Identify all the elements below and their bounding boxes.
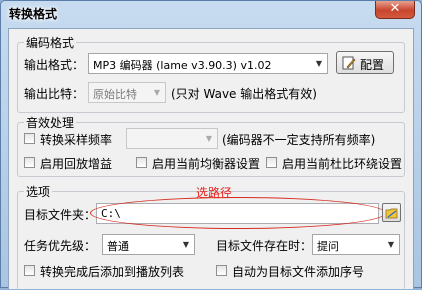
checkbox-box <box>216 265 227 276</box>
priority-label: 任务优先级： <box>24 239 97 253</box>
effects-group: 音效处理 转换采样频率 ▼ (编码器不一定支持所有频率) 启用回放增益 启用当前… <box>17 114 405 177</box>
chevron-down-icon: ▼ <box>205 134 213 143</box>
output-format-label: 输出格式： <box>24 58 85 72</box>
auto-number-label: 自动为目标文件添加序号 <box>232 265 365 279</box>
window-title: 转换格式 <box>9 7 58 21</box>
resample-label: 转换采样频率 <box>40 133 113 147</box>
title-bar[interactable]: 转换格式 ✕ <box>1 1 421 27</box>
file-exists-label: 目标文件存在时： <box>216 239 313 253</box>
close-icon: ✕ <box>389 1 401 16</box>
checkbox-box <box>24 157 35 168</box>
output-bitrate-value: 原始比特 <box>93 88 137 101</box>
dialog-body: 编码格式 输出格式： MP3 编码器 (lame v3.90.3) v1.02 … <box>8 28 414 290</box>
annotation-oval <box>90 197 386 229</box>
equalizer-label: 启用当前均衡器设置 <box>152 157 261 171</box>
dsp-label: 启用当前杜比环绕设置 <box>282 157 403 171</box>
priority-select[interactable]: 普通 ▼ <box>102 234 195 255</box>
chevron-down-icon: ▼ <box>153 88 161 97</box>
checkbox-box <box>24 133 35 144</box>
replay-gain-label: 启用回放增益 <box>40 157 113 171</box>
encoding-group-title: 编码格式 <box>24 34 77 51</box>
folder-icon <box>385 208 398 219</box>
output-format-select[interactable]: MP3 编码器 (lame v3.90.3) v1.02 ▼ <box>88 53 328 74</box>
checkbox-box <box>24 265 35 276</box>
checkbox-box <box>136 157 147 168</box>
chevron-down-icon: ▼ <box>182 240 190 249</box>
options-group-title: 选项 <box>24 183 53 200</box>
priority-value: 普通 <box>107 240 129 253</box>
file-exists-value: 提问 <box>317 240 339 253</box>
checkbox-box <box>266 157 277 168</box>
effects-group-title: 音效处理 <box>24 114 77 131</box>
file-exists-select[interactable]: 提问 ▼ <box>312 234 400 255</box>
resample-rate-select[interactable]: ▼ <box>126 128 218 149</box>
chevron-down-icon: ▼ <box>315 59 323 68</box>
convert-format-dialog: 转换格式 ✕ 编码格式 输出格式： MP3 编码器 (lame v3.90.3)… <box>0 0 422 290</box>
add-to-playlist-label: 转换完成后添加到播放列表 <box>40 265 185 279</box>
options-group: 选项 选路径 目标文件夹： C:\ 任务优先级： 普通 ▼ 目标文件存在时： 提… <box>17 183 405 290</box>
resample-note: (编码器不一定支持所有频率) <box>222 133 376 147</box>
config-icon <box>342 56 356 70</box>
bitrate-note: (只对 Wave 输出格式有效) <box>171 87 317 101</box>
browse-folder-button[interactable] <box>382 203 401 222</box>
config-button-label: 配置 <box>360 58 385 72</box>
chevron-down-icon: ▼ <box>387 240 395 249</box>
encoding-group: 编码格式 输出格式： MP3 编码器 (lame v3.90.3) v1.02 … <box>17 34 405 113</box>
close-button[interactable]: ✕ <box>375 1 415 19</box>
config-button[interactable]: 配置 <box>336 51 394 74</box>
output-format-value: MP3 编码器 (lame v3.90.3) v1.02 <box>93 59 272 72</box>
target-folder-label: 目标文件夹： <box>24 208 97 222</box>
output-bitrate-label: 输出比特： <box>24 87 85 101</box>
output-bitrate-select[interactable]: 原始比特 ▼ <box>88 82 166 103</box>
